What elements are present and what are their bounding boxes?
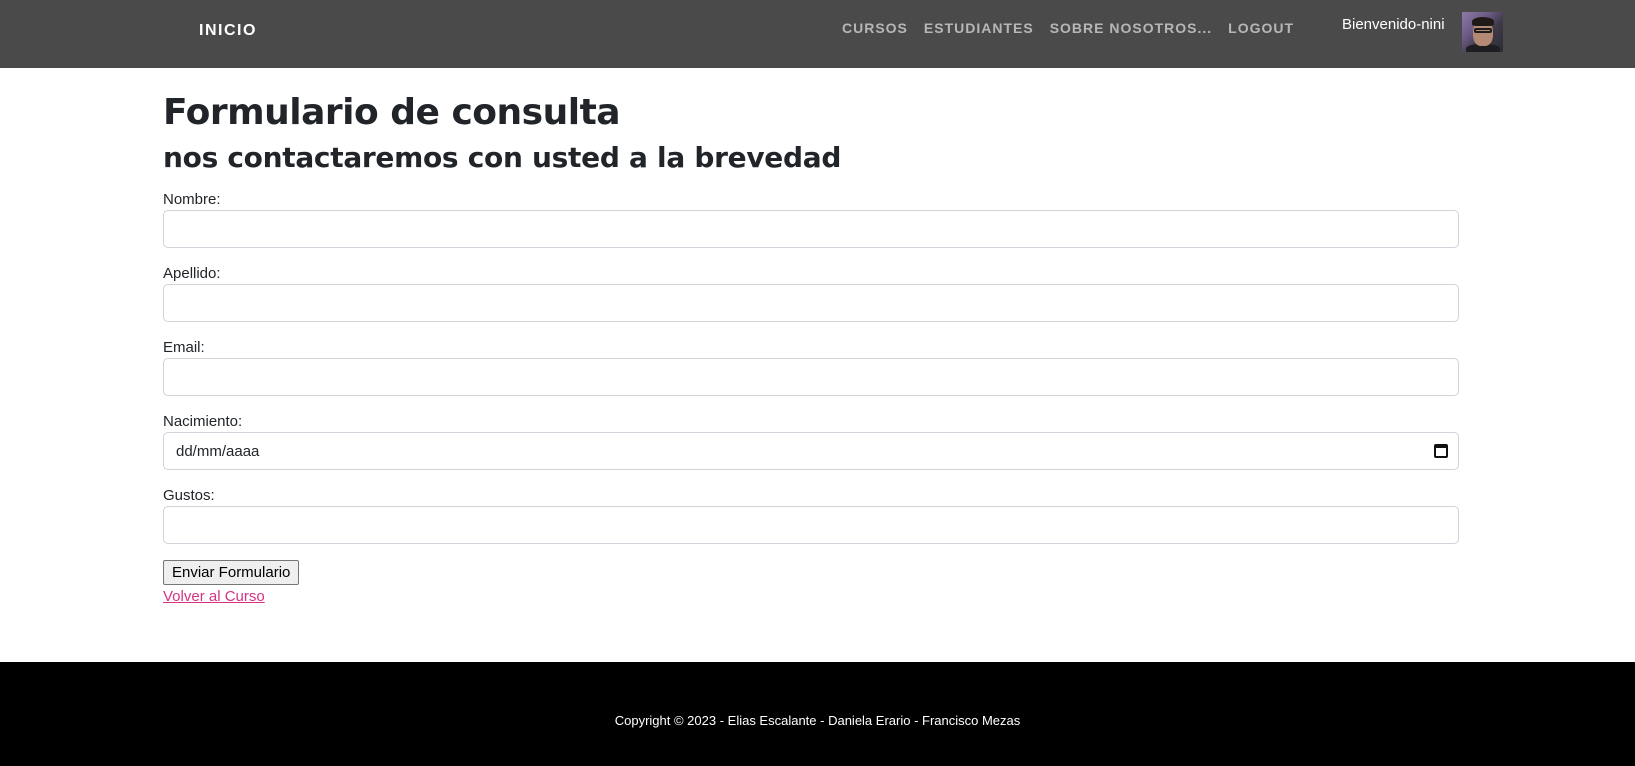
nacimiento-date-input[interactable]: dd/mm/aaaa [163, 432, 1459, 470]
field-apellido: Apellido: [163, 264, 1459, 338]
calendar-icon[interactable] [1434, 444, 1448, 458]
copyright-text: Copyright © 2023 - Elias Escalante - Dan… [614, 713, 1021, 728]
welcome-text: Bienvenido-nini [1342, 16, 1445, 33]
nav-link-cursos[interactable]: CURSOS [842, 20, 908, 36]
date-placeholder: dd/mm/aaaa [176, 442, 260, 460]
gustos-input[interactable] [163, 506, 1459, 544]
avatar-glasses [1474, 28, 1492, 33]
page-footer: Copyright © 2023 - Elias Escalante - Dan… [0, 662, 1635, 766]
field-email: Email: [163, 338, 1459, 412]
contact-form: Nombre: Apellido: Email: Nacimiento: dd/… [163, 190, 1459, 605]
avatar-hair [1472, 17, 1494, 26]
email-label: Email: [163, 339, 205, 356]
nav-link-sobre-nosotros[interactable]: SOBRE NOSOTROS... [1050, 20, 1212, 36]
nav-link-logout[interactable]: LOGOUT [1228, 20, 1294, 36]
gustos-label: Gustos: [163, 487, 215, 504]
field-nombre: Nombre: [163, 190, 1459, 264]
nombre-input[interactable] [163, 210, 1459, 248]
page-title: Formulario de consulta [163, 92, 621, 133]
top-navbar: INICIO CURSOS ESTUDIANTES SOBRE NOSOTROS… [0, 0, 1635, 68]
field-gustos: Gustos: [163, 486, 1459, 560]
submit-form-button[interactable]: Enviar Formulario [163, 560, 300, 585]
nacimiento-label: Nacimiento: [163, 413, 243, 430]
user-avatar-icon[interactable] [1462, 12, 1503, 52]
apellido-label: Apellido: [163, 265, 221, 282]
page-subtitle: nos contactaremos con usted a la breveda… [163, 141, 842, 174]
nav-link-estudiantes[interactable]: ESTUDIANTES [924, 20, 1034, 36]
nav-home-link[interactable]: INICIO [199, 22, 257, 40]
main-content: Formulario de consulta nos contactaremos… [163, 88, 1459, 605]
email-input[interactable] [163, 358, 1459, 396]
apellido-input[interactable] [163, 284, 1459, 322]
field-nacimiento: Nacimiento: dd/mm/aaaa [163, 412, 1459, 470]
nombre-label: Nombre: [163, 191, 221, 208]
nav-links: CURSOS ESTUDIANTES SOBRE NOSOTROS... LOG… [842, 20, 1294, 36]
back-to-course-link[interactable]: Volver al Curso [163, 588, 265, 605]
